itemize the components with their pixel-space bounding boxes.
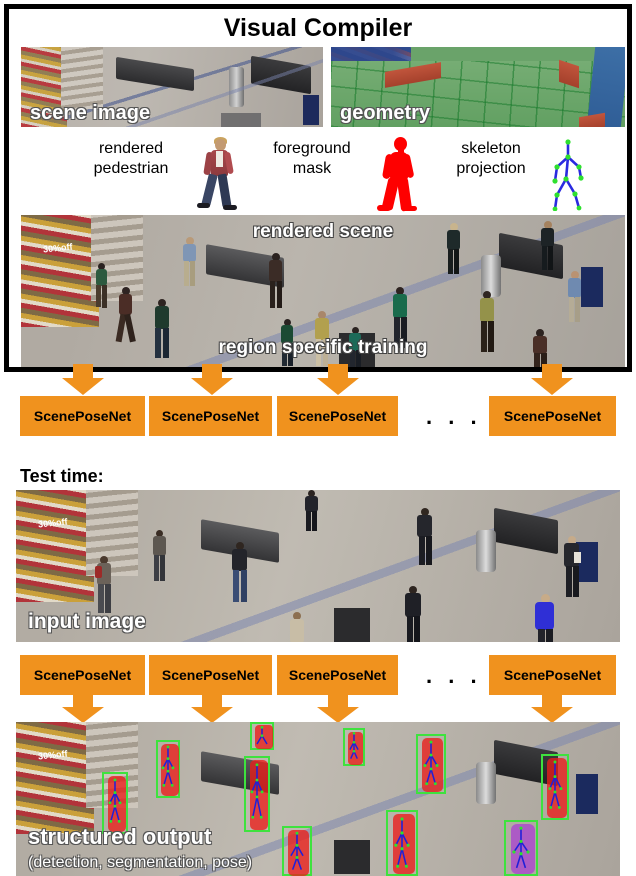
legend-text-foreground-mask: foreground mask <box>273 140 351 177</box>
structured-output-label: structured output <box>28 824 212 849</box>
cgi-pedestrian <box>445 223 463 275</box>
red-silhouette-icon <box>371 137 425 212</box>
leg-back-part <box>201 173 218 207</box>
real-pedestrian <box>532 594 558 642</box>
geometry-panel: geometry <box>331 47 625 127</box>
scene-image-panel: scene image <box>21 47 323 127</box>
scene-pose-net-train-2[interactable]: ScenePoseNet <box>149 396 272 436</box>
cgi-pedestrian <box>151 299 173 359</box>
cgi-pedestrian <box>476 291 498 353</box>
region-specific-training-label: region specific training <box>218 337 428 358</box>
real-pedestrian <box>414 508 436 566</box>
cgi-pedestrian <box>566 271 584 323</box>
real-pedestrian <box>561 536 583 598</box>
train-arrow-2 <box>190 364 234 396</box>
output-arrow-2 <box>190 694 234 724</box>
figure-title: Visual Compiler <box>223 14 413 42</box>
leg-front-part <box>217 173 232 208</box>
stick-skeleton-icon <box>541 137 595 212</box>
skeleton-svg <box>552 139 584 212</box>
cgi-pedestrian <box>115 287 136 343</box>
train-arrow-4 <box>530 364 574 396</box>
input-image: 30%off <box>16 490 620 642</box>
scene-pose-net-test-3[interactable]: ScenePoseNet <box>277 655 398 695</box>
cgi-pedestrian <box>93 263 109 309</box>
train-arrow-3 <box>316 364 360 396</box>
street-sign-object <box>581 267 603 307</box>
cgi-pedestrian <box>529 329 551 367</box>
scene-pose-net-test-4[interactable]: ScenePoseNet <box>489 655 616 695</box>
real-pedestrian <box>229 542 251 604</box>
rendered-scene-label: rendered scene <box>252 221 394 242</box>
pavement-box-object <box>334 840 370 874</box>
train-ellipsis: . . . <box>426 404 482 429</box>
shoe-front-part <box>223 205 237 210</box>
geometry-label: geometry <box>340 102 431 124</box>
output-arrow-1 <box>61 694 105 724</box>
scene-image-label: scene image <box>30 102 151 124</box>
rendered-scene-image: 30%off <box>21 215 625 367</box>
shoe-back-part <box>197 203 210 208</box>
test-ellipsis: . . . <box>426 663 482 688</box>
structured-output-sublabel: (detection, segmentation, pose) <box>28 854 253 871</box>
pavement-box-object <box>334 608 370 642</box>
detection-box <box>282 826 312 876</box>
structured-output-image: 30%off <box>16 722 620 876</box>
scene-pose-net-test-2[interactable]: ScenePoseNet <box>149 655 272 695</box>
top-panel-row: scene image geometry <box>21 47 625 127</box>
pavement-grate <box>221 113 261 127</box>
trash-bin-object <box>476 530 496 572</box>
detection-box <box>156 740 180 798</box>
real-pedestrian <box>303 490 321 532</box>
detection-box <box>416 734 446 794</box>
scene-pose-net-test-1[interactable]: ScenePoseNet <box>20 655 145 695</box>
real-pedestrian <box>150 530 170 582</box>
detection-box <box>386 810 418 876</box>
real-pedestrian <box>286 612 308 642</box>
input-image-label: input image <box>28 610 146 633</box>
detection-box <box>541 754 569 820</box>
real-pedestrian <box>94 556 116 614</box>
detection-box <box>250 722 274 750</box>
train-arrow-1 <box>61 364 105 396</box>
detection-box <box>244 756 270 832</box>
detection-box <box>504 820 538 876</box>
output-arrow-4 <box>530 694 574 724</box>
street-sign-object <box>576 774 598 814</box>
real-pedestrian <box>401 586 425 642</box>
scene-pose-net-train-1[interactable]: ScenePoseNet <box>20 396 145 436</box>
pedestrian-render-icon <box>191 137 245 211</box>
visual-compiler-frame: Visual Compiler scene image geometry ren… <box>4 4 632 372</box>
shirt-part <box>216 151 223 167</box>
output-arrow-3 <box>316 694 360 724</box>
legend-text-skeleton-projection: skeleton projection <box>456 140 526 177</box>
legend-row: rendered pedestrian foreground mask skel… <box>19 131 627 213</box>
scene-pose-net-train-4[interactable]: ScenePoseNet <box>489 396 616 436</box>
detection-box <box>343 728 365 766</box>
cgi-pedestrian <box>266 253 286 309</box>
trash-bin-object <box>476 762 496 804</box>
scene-pose-net-train-3[interactable]: ScenePoseNet <box>277 396 398 436</box>
cgi-pedestrian <box>539 221 557 271</box>
figure-root: Visual Compiler scene image geometry ren… <box>0 0 636 876</box>
cgi-pedestrian <box>181 237 199 287</box>
test-time-label: Test time: <box>20 466 104 486</box>
legend-text-rendered-pedestrian: rendered pedestrian <box>93 140 169 177</box>
